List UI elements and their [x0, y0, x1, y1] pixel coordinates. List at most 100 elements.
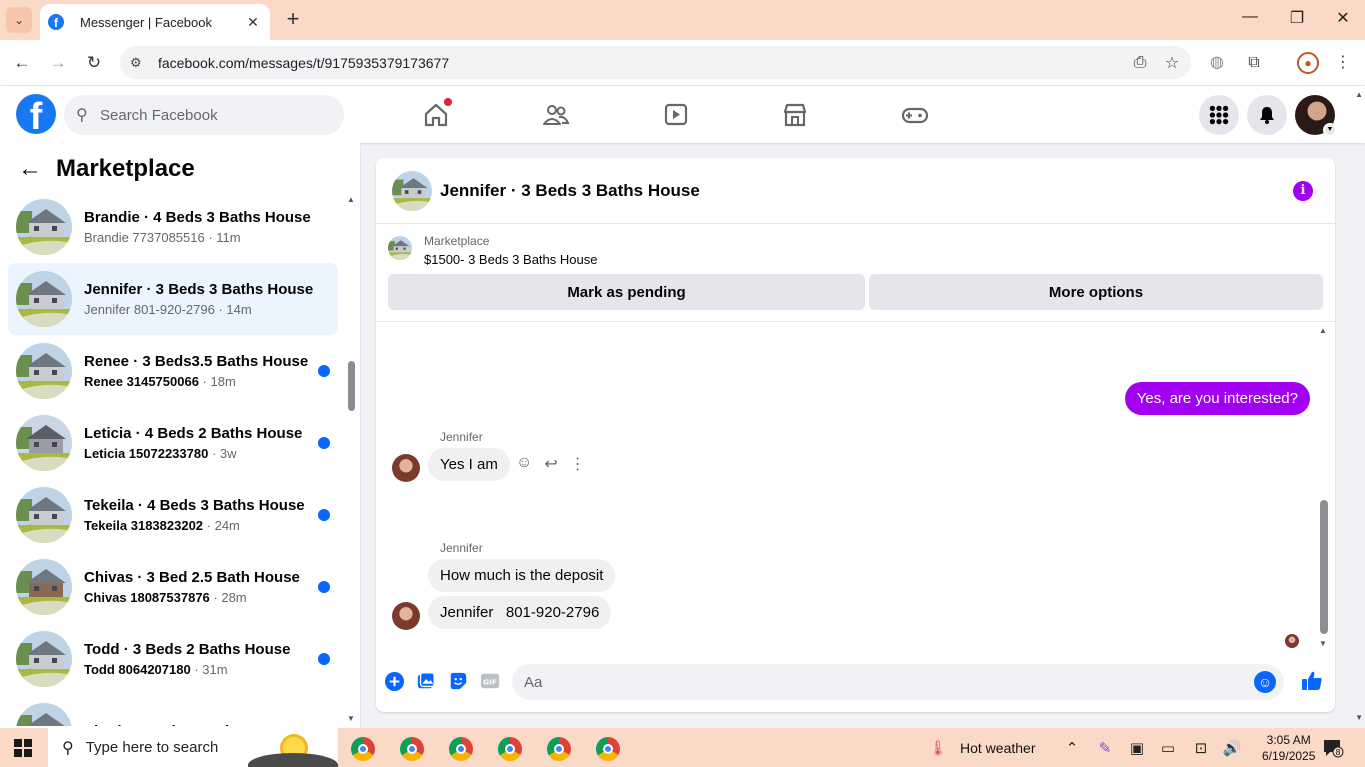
conversation-item[interactable]: Leticia · 4 Beds 2 Baths House Leticia 15… [8, 407, 338, 479]
more-vertical-icon[interactable]: ⋮ [570, 454, 586, 474]
conversation-item[interactable]: Tekeila · 4 Beds 3 Baths House Tekeila 31… [8, 479, 338, 551]
new-tab-button[interactable]: + [282, 8, 304, 30]
message-sender-name: Jennifer [440, 430, 483, 444]
system-clock[interactable]: 3:05 AM 6/19/2025 [1262, 732, 1315, 764]
facebook-search-box[interactable]: ⚲ [64, 95, 344, 135]
sticker-icon[interactable] [447, 670, 469, 692]
browser-tab-messenger[interactable]: f Messenger | Facebook ✕ [40, 4, 270, 40]
facebook-logo-icon[interactable]: f [16, 94, 56, 134]
windows-start-icon[interactable] [14, 739, 32, 757]
meet-now-icon[interactable]: ▣ [1127, 739, 1147, 757]
conversation-item[interactable]: Jennifer · 3 Beds 3 Baths House Jennifer … [8, 263, 338, 335]
chat-scrollbar-thumb[interactable] [1320, 500, 1328, 634]
notifications-button[interactable] [1247, 95, 1287, 135]
facebook-search-input[interactable] [100, 106, 320, 124]
minimize-button[interactable]: — [1238, 8, 1262, 26]
battery-icon[interactable]: ▭ [1158, 739, 1178, 757]
site-info-icon[interactable]: ⚙ [130, 55, 150, 71]
forward-button[interactable]: → [45, 50, 71, 76]
sidebar-scrollbar[interactable]: ▲ ▼ [347, 195, 355, 725]
chat-scroll-down-arrow[interactable]: ▼ [1319, 639, 1327, 648]
menu-button[interactable] [1199, 95, 1239, 135]
emoji-icon[interactable]: ☺ [1254, 671, 1276, 693]
message-input-box[interactable]: ☺ [512, 664, 1284, 700]
chat-scroll-up-arrow[interactable]: ▲ [1319, 326, 1327, 335]
photo-icon[interactable] [415, 670, 437, 692]
taskbar-search[interactable]: ⚲ Type here to search [48, 728, 338, 767]
conversation-item[interactable]: Renee · 3 Beds3.5 Baths House Renee 31457… [8, 335, 338, 407]
conversation-contact: Tekeila 3183823202 [84, 518, 204, 533]
conversation-text: Leticia · 4 Beds 2 Baths House Leticia 15… [84, 425, 338, 461]
close-window-button[interactable]: ✕ [1331, 8, 1355, 28]
tab-close-icon[interactable]: ✕ [244, 14, 262, 31]
chat-scrollbar[interactable]: ▲ ▼ [1319, 326, 1329, 648]
incoming-message[interactable]: How much is the deposit [428, 559, 616, 592]
nav-tab-watch[interactable] [656, 96, 696, 134]
mark-as-pending-button[interactable]: Mark as pending [388, 274, 865, 310]
conversation-item[interactable]: Shari · 2 Beds 2 Baths House [8, 695, 338, 726]
sender-avatar[interactable] [392, 454, 420, 482]
conversation-item[interactable]: Todd · 3 Beds 2 Baths House Todd 80642071… [8, 623, 338, 695]
bookmark-star-icon[interactable]: ☆ [1159, 53, 1185, 73]
outgoing-message[interactable]: Yes, are you interested? [1124, 382, 1310, 415]
weather-text[interactable]: Hot weather [960, 740, 1035, 756]
plus-icon[interactable] [383, 670, 405, 692]
nav-tab-marketplace[interactable] [775, 96, 815, 134]
network-icon[interactable]: ⊡ [1191, 739, 1211, 757]
back-arrow-icon[interactable]: ← [18, 155, 48, 183]
chrome-taskbar-icon[interactable] [547, 737, 571, 761]
pen-icon[interactable]: ✎ [1095, 739, 1115, 757]
conversation-list: Brandie · 4 Beds 3 Baths House Brandie 77… [8, 191, 338, 726]
extensions-icon[interactable]: ⧉ [1243, 52, 1265, 74]
info-icon[interactable]: i [1293, 181, 1313, 201]
unread-dot [318, 365, 330, 377]
sender-avatar[interactable] [392, 602, 420, 630]
more-options-button[interactable]: More options [869, 274, 1323, 310]
chrome-taskbar-icon[interactable] [400, 737, 424, 761]
thermometer-icon[interactable]: 🌡 [928, 739, 948, 757]
message-input[interactable] [524, 673, 1244, 691]
listing-small-thumbnail[interactable] [388, 236, 412, 260]
back-button[interactable]: ← [9, 50, 35, 76]
page-scroll-up-arrow[interactable]: ▲ [1355, 90, 1363, 99]
install-app-icon[interactable]: ⎙ [1127, 54, 1153, 72]
scroll-down-arrow[interactable]: ▼ [347, 714, 355, 723]
conversation-name: Todd · 3 Beds 2 Baths House [84, 641, 291, 658]
gif-icon[interactable]: GIF [479, 670, 501, 692]
incoming-message[interactable]: Yes I am [428, 448, 510, 481]
account-avatar[interactable]: ▼ [1295, 95, 1337, 137]
scroll-up-arrow[interactable]: ▲ [347, 195, 355, 204]
chrome-menu-icon[interactable]: ⋮ [1332, 52, 1354, 74]
page-scroll-down-arrow[interactable]: ▼ [1355, 713, 1363, 722]
conversation-time: 24m [214, 518, 240, 533]
incoming-message[interactable]: Jennifer 801-920-2796 [428, 596, 612, 629]
conversation-item[interactable]: Brandie · 4 Beds 3 Baths House Brandie 77… [8, 191, 338, 263]
nav-tab-gaming[interactable] [895, 96, 935, 134]
volume-icon[interactable]: 🔊 [1222, 739, 1242, 757]
chrome-taskbar-icon[interactable] [351, 737, 375, 761]
chrome-taskbar-icon[interactable] [449, 737, 473, 761]
chrome-taskbar-icon[interactable] [596, 737, 620, 761]
listing-thumbnail[interactable] [392, 170, 432, 211]
marketplace-icon [783, 103, 807, 127]
reload-button[interactable]: ↻ [81, 50, 107, 76]
chrome-taskbar-icon[interactable] [498, 737, 522, 761]
thumbs-up-icon[interactable] [1301, 670, 1323, 692]
translate-icon[interactable]: ◍ [1206, 52, 1228, 74]
tab-search-button[interactable]: ⌄ [6, 7, 32, 33]
chevron-up-icon[interactable]: ⌃ [1062, 739, 1082, 757]
scrollbar-thumb[interactable] [348, 361, 355, 411]
url-text[interactable]: facebook.com/messages/t/9175935379173677 [158, 55, 1127, 71]
notification-center-icon[interactable]: 8 [1322, 738, 1344, 758]
conversation-item[interactable]: Chivas · 3 Bed 2.5 Bath House Chivas 1808… [8, 551, 338, 623]
reply-icon[interactable]: ↩ [544, 454, 557, 474]
chat-title[interactable]: Jennifer · 3 Beds 3 Baths House [440, 181, 700, 201]
maximize-button[interactable]: ❐ [1285, 8, 1309, 28]
nav-tab-friends[interactable] [536, 96, 576, 134]
react-emoji-icon[interactable]: ☺ [516, 454, 532, 474]
search-icon: ⚲ [76, 107, 88, 124]
chrome-profile-icon[interactable]: ● [1297, 52, 1319, 74]
address-bar[interactable]: ⚙ facebook.com/messages/t/91759353791736… [120, 46, 1191, 79]
nav-tab-home[interactable] [416, 96, 456, 134]
listing-title[interactable]: $1500- 3 Beds 3 Baths House [424, 252, 597, 267]
